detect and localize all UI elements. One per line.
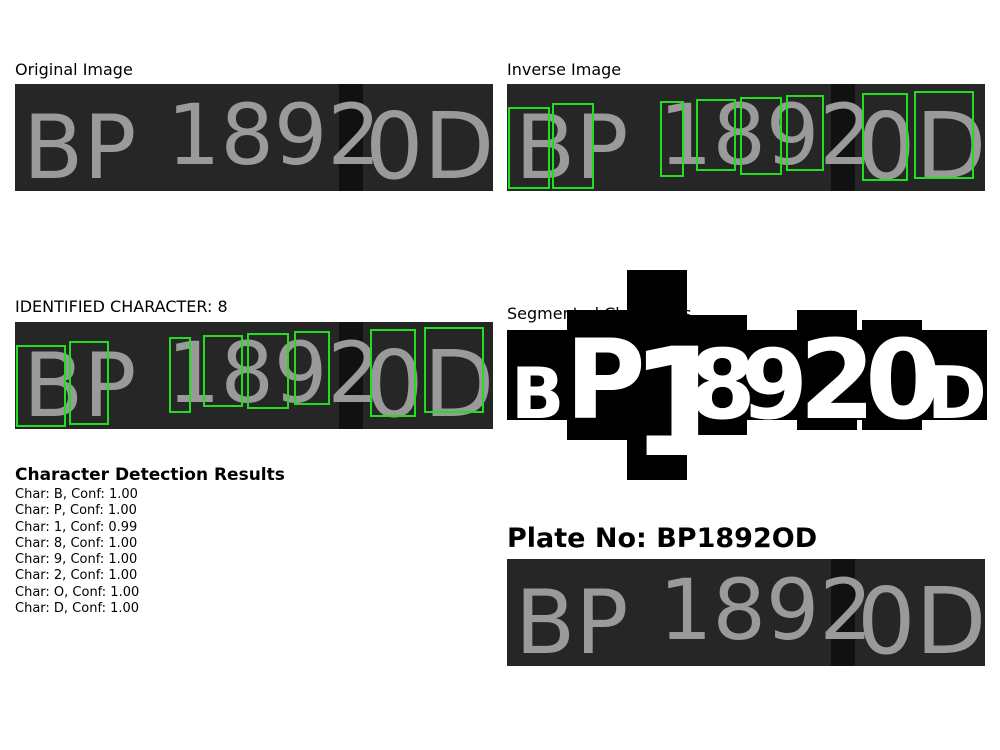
result-item: Char: 1, Conf: 0.99 bbox=[15, 519, 138, 535]
inverse-plate-image: BP 1892 0D bbox=[507, 84, 985, 191]
plate-text: 0D bbox=[857, 93, 985, 191]
inverse-image-title: Inverse Image bbox=[507, 60, 622, 79]
plate-text: BP bbox=[23, 96, 136, 191]
plate-text: BP bbox=[515, 571, 628, 666]
plate-number-title: Plate No: BP1892OD bbox=[507, 523, 818, 554]
result-item: Char: D, Conf: 1.00 bbox=[15, 601, 140, 617]
result-plate-image: BP 1892 0D bbox=[507, 559, 985, 666]
result-item: Char: B, Conf: 1.00 bbox=[15, 487, 138, 502]
plate-text: BP bbox=[515, 96, 628, 191]
detection-results-list: Char: B, Conf: 1.00 Char: P, Conf: 1.00 … bbox=[15, 487, 139, 617]
original-image-title: Original Image bbox=[15, 60, 133, 79]
plate-text: 1892 bbox=[167, 86, 381, 184]
result-item: Char: P, Conf: 1.00 bbox=[15, 503, 137, 519]
detection-results-title: Character Detection Results bbox=[15, 465, 285, 485]
result-item: Char: 9, Conf: 1.00 bbox=[15, 552, 138, 568]
segmented-glyph: D bbox=[927, 351, 987, 435]
plate-text: 1892 bbox=[659, 86, 873, 184]
result-item: Char: 2, Conf: 1.00 bbox=[15, 568, 138, 584]
plate-text: 0D bbox=[365, 331, 493, 429]
result-item: Char: 8, Conf: 1.00 bbox=[15, 535, 138, 551]
plate-svg: BP 18920D bbox=[507, 84, 985, 191]
segmented-characters-image: BP18920D bbox=[507, 270, 987, 491]
result-item: Char: O, Conf: 1.00 bbox=[15, 584, 140, 600]
segmented-svg: B P18920D bbox=[507, 270, 987, 491]
plate-svg: BP 18920D bbox=[507, 559, 985, 666]
plate-text: BP bbox=[23, 334, 136, 429]
plate-text: 1892 bbox=[659, 561, 873, 659]
identified-character-title: IDENTIFIED CHARACTER: 8 bbox=[15, 297, 228, 316]
plate-text: 0D bbox=[365, 93, 493, 191]
plate-svg: BP 18920D bbox=[15, 322, 493, 429]
original-plate-image: BP 1892 0D bbox=[15, 84, 493, 191]
plate-svg: BP 18920D bbox=[15, 84, 493, 191]
identified-plate-image: BP 1892 0D bbox=[15, 322, 493, 429]
segmented-glyph: 9 bbox=[741, 329, 808, 441]
plate-text: 0D bbox=[857, 568, 985, 666]
segmented-glyph: B bbox=[511, 353, 564, 435]
